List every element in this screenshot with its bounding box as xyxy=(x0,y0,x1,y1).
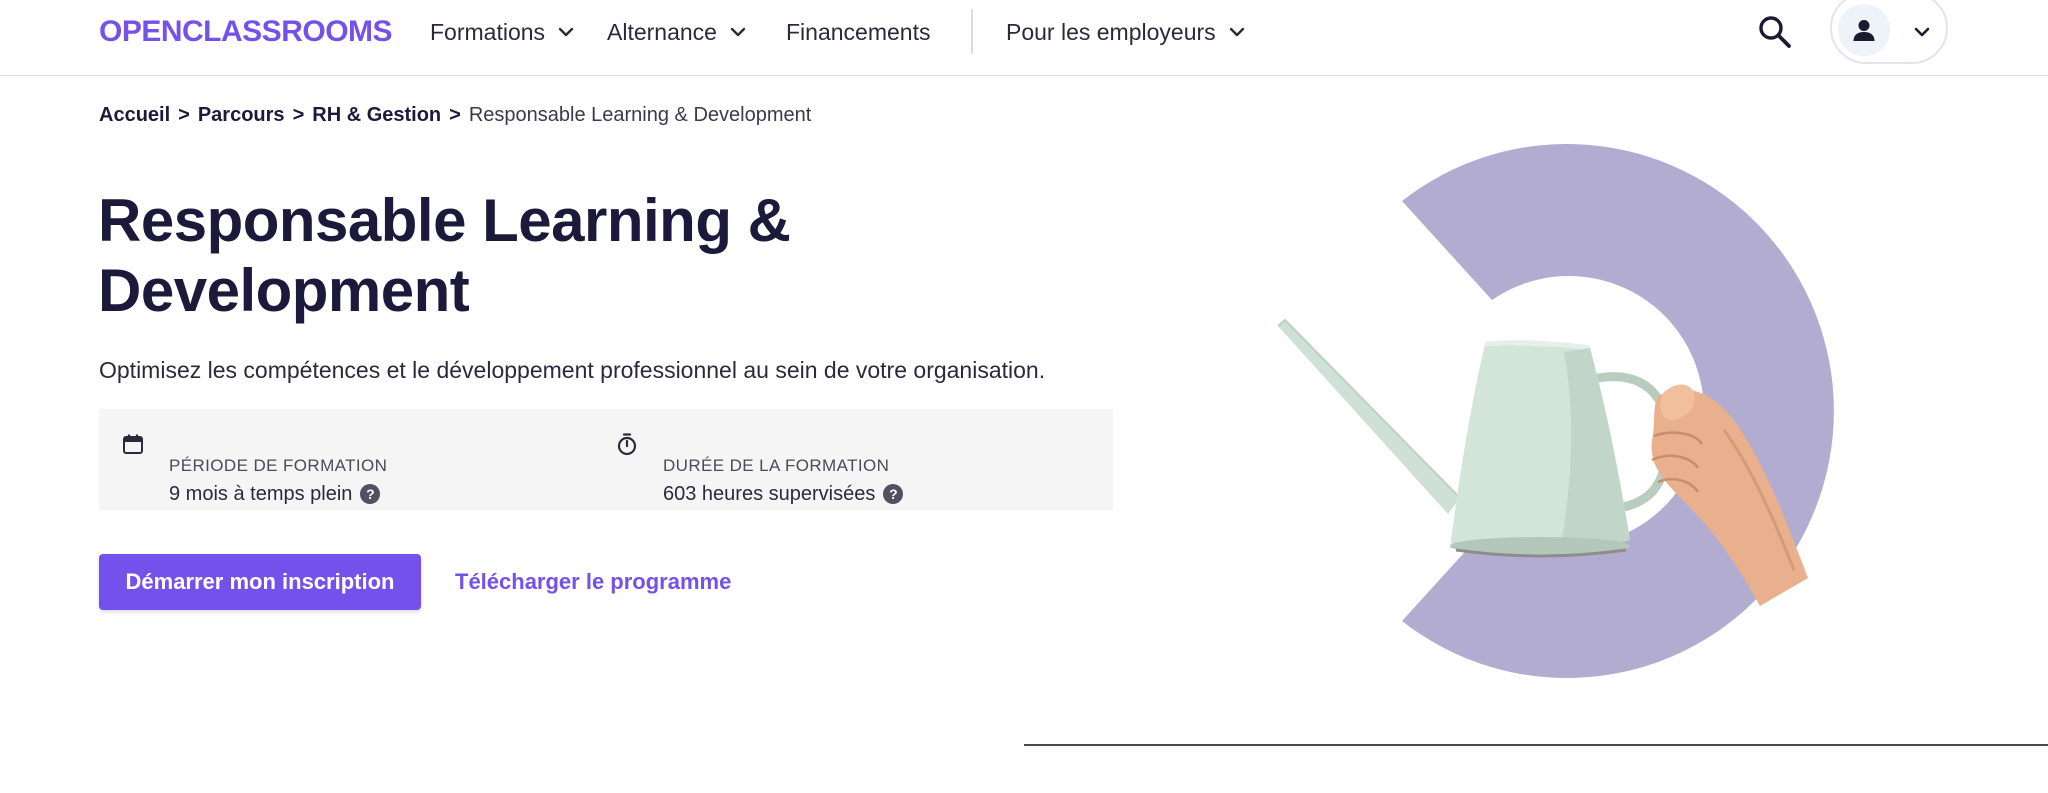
chevron-down-icon xyxy=(557,23,575,41)
hero-illustration xyxy=(1260,130,1860,690)
search-button[interactable] xyxy=(1755,12,1795,52)
nav-pour-les-employeurs[interactable]: Pour les employeurs xyxy=(1006,14,1246,50)
nav-formations-label: Formations xyxy=(430,18,546,45)
training-period-value: 9 mois à temps plein ? xyxy=(169,481,381,507)
nav-alternance-label: Alternance xyxy=(607,18,717,45)
nav-formations[interactable]: Formations xyxy=(430,14,575,50)
help-icon[interactable]: ? xyxy=(360,484,381,504)
breadcrumb-separator: > xyxy=(449,104,461,126)
nav-employeurs-label: Pour les employeurs xyxy=(1006,18,1216,45)
search-icon xyxy=(1759,16,1791,48)
training-info-box: PÉRIODE DE FORMATION 9 mois à temps plei… xyxy=(99,409,1113,510)
section-divider-line xyxy=(1024,744,2048,746)
page-title-line-1: Responsable Learning & xyxy=(98,187,791,254)
training-period-text: 9 mois à temps plein xyxy=(169,483,353,505)
calendar-icon xyxy=(120,431,146,457)
chevron-down-icon xyxy=(1228,23,1246,41)
user-icon xyxy=(1853,20,1875,41)
page-title: Responsable Learning & Development xyxy=(98,186,978,326)
chevron-down-icon xyxy=(1912,22,1932,42)
download-program-link[interactable]: Télécharger le programme xyxy=(455,568,731,596)
chevron-down-icon xyxy=(729,23,747,41)
nav-alternance[interactable]: Alternance xyxy=(607,14,747,50)
training-duration-text: 603 heures supervisées xyxy=(663,483,876,505)
breadcrumb-current: Responsable Learning & Development xyxy=(468,104,812,126)
training-period-label: PÉRIODE DE FORMATION xyxy=(169,456,388,475)
help-icon[interactable]: ? xyxy=(883,484,904,504)
breadcrumb-separator: > xyxy=(178,104,190,126)
start-registration-button[interactable]: Démarrer mon inscription xyxy=(99,554,421,610)
watering-can-illustration xyxy=(1277,144,1834,678)
stopwatch-icon xyxy=(614,431,640,457)
avatar xyxy=(1838,4,1890,56)
breadcrumb: Accueil > Parcours > RH & Gestion > Resp… xyxy=(99,102,811,128)
breadcrumb-rh-gestion[interactable]: RH & Gestion xyxy=(312,102,441,128)
nav-divider xyxy=(971,9,973,54)
page-title-line-2: Development xyxy=(98,257,470,324)
top-navigation-bar: OPENCLASSROOMS Formations Alternance Fin… xyxy=(0,0,2048,76)
training-duration-value: 603 heures supervisées ? xyxy=(663,481,904,507)
training-duration-label: DURÉE DE LA FORMATION xyxy=(663,456,890,475)
account-menu-button[interactable] xyxy=(1830,0,1948,64)
openclassrooms-logo[interactable]: OPENCLASSROOMS xyxy=(99,14,393,50)
nav-financements-label: Financements xyxy=(786,18,931,45)
breadcrumb-accueil[interactable]: Accueil xyxy=(99,102,170,128)
nav-financements[interactable]: Financements xyxy=(786,14,930,50)
breadcrumb-parcours[interactable]: Parcours xyxy=(198,102,285,128)
page-subtitle: Optimisez les compétences et le développ… xyxy=(99,357,1046,383)
breadcrumb-separator: > xyxy=(292,104,305,126)
